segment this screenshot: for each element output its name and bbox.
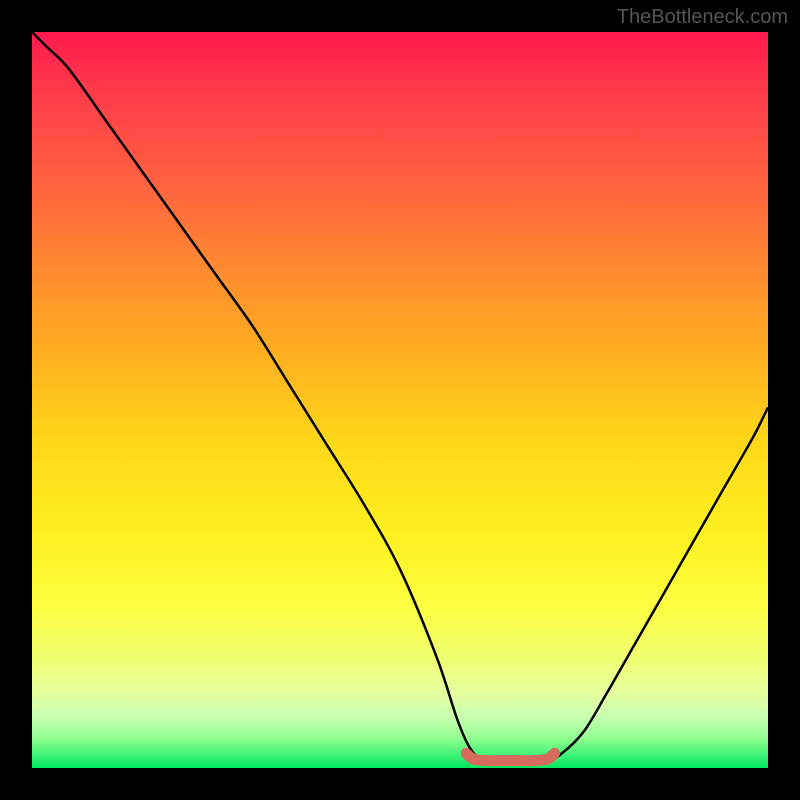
optimal-marker-path: [466, 753, 554, 760]
chart-plot-area: [32, 32, 768, 768]
bottleneck-curve-path: [32, 32, 768, 761]
watermark-text: TheBottleneck.com: [617, 6, 788, 29]
chart-svg: [32, 32, 768, 768]
